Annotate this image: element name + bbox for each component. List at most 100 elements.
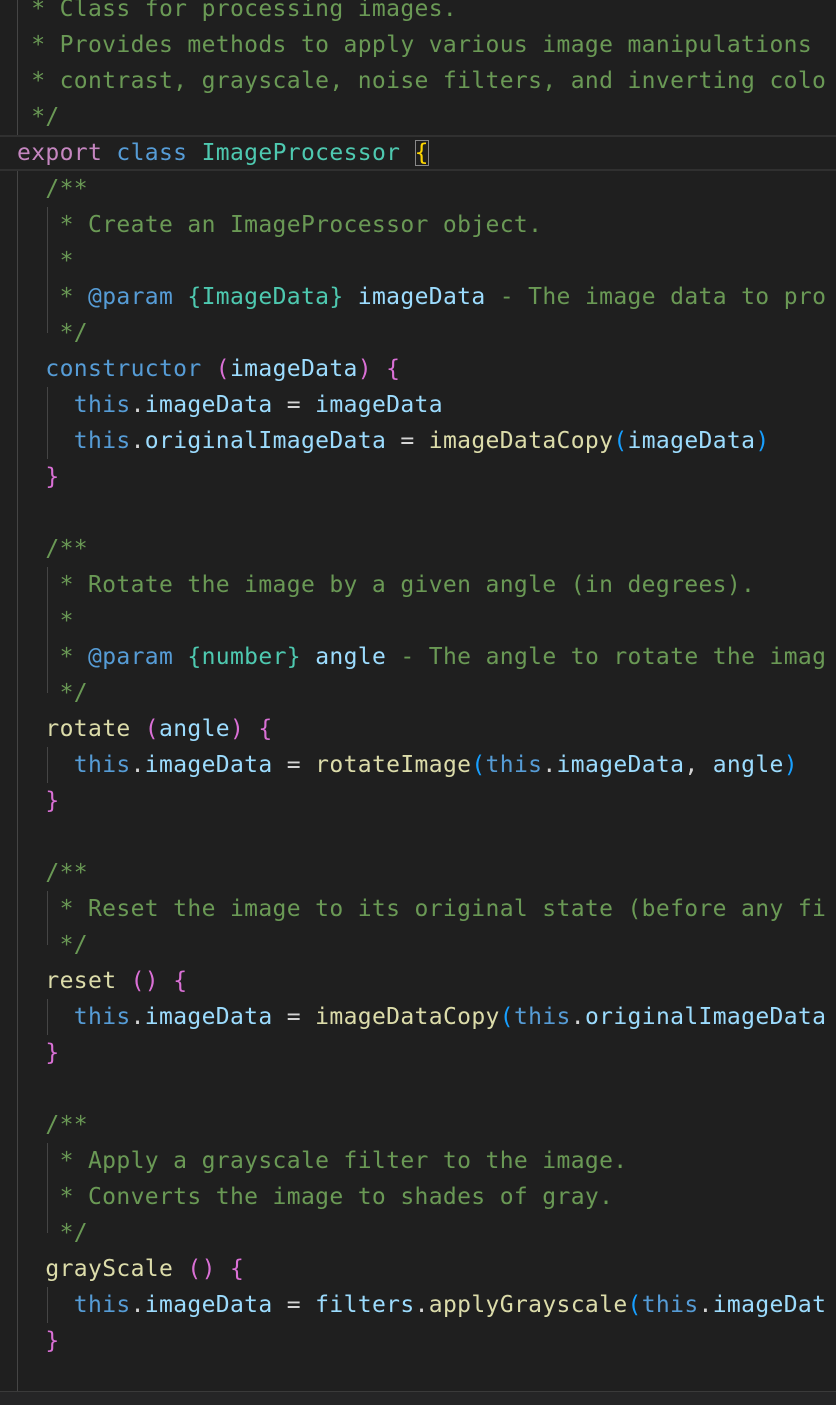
code-token: imageData: [144, 392, 273, 418]
code-token: grayScale: [45, 1256, 174, 1282]
code-line[interactable]: * Reset the image to its original state …: [0, 891, 836, 927]
code-token: * Rotate the image by a given angle (in …: [17, 572, 756, 598]
code-line-text: */: [17, 675, 88, 711]
code-line[interactable]: * Create an ImageProcessor object.: [0, 207, 836, 243]
code-line[interactable]: */: [0, 927, 836, 963]
code-token: .: [130, 428, 145, 454]
code-token: imageDat: [712, 1292, 827, 1318]
code-line[interactable]: * Class for processing images.: [0, 0, 836, 27]
code-line-text: this.imageData = imageDataCopy(this.orig…: [17, 999, 826, 1035]
code-line-text: this.imageData = filters.applyGrayscale(…: [17, 1287, 826, 1323]
code-token: {: [187, 284, 202, 310]
code-line[interactable]: /**: [0, 1107, 836, 1143]
code-line[interactable]: constructor (imageData) {: [0, 351, 836, 387]
code-line[interactable]: this.imageData = filters.applyGrayscale(…: [0, 1287, 836, 1323]
code-token: */: [17, 932, 88, 958]
code-token: .: [130, 1292, 145, 1318]
code-token: this: [73, 1004, 131, 1030]
code-line[interactable]: * @param {ImageData} imageData - The ima…: [0, 279, 836, 315]
code-token: }: [286, 644, 301, 670]
code-line[interactable]: */: [0, 99, 836, 135]
code-editor[interactable]: * Class for processing images. * Provide…: [0, 0, 836, 1405]
indent-guide: [47, 207, 48, 333]
code-token: (: [627, 1292, 642, 1318]
code-line[interactable]: * contrast, grayscale, noise filters, an…: [0, 63, 836, 99]
code-line[interactable]: * Provides methods to apply various imag…: [0, 27, 836, 63]
code-token: applyGrayscale: [428, 1292, 628, 1318]
code-line-text: */: [17, 927, 88, 963]
code-line-text: * Create an ImageProcessor object.: [17, 207, 542, 243]
code-token: imageData: [144, 1004, 273, 1030]
code-line[interactable]: /**: [0, 171, 836, 207]
code-token: rotateImage: [315, 752, 472, 778]
code-line[interactable]: rotate (angle) {: [0, 711, 836, 747]
code-token: imageData: [357, 284, 486, 310]
code-line[interactable]: [0, 1071, 836, 1107]
code-line[interactable]: */: [0, 675, 836, 711]
code-token: }: [45, 788, 60, 814]
code-token: rotate: [45, 716, 131, 742]
code-line[interactable]: */: [0, 315, 836, 351]
code-token: (: [613, 428, 628, 454]
code-token: */: [17, 680, 88, 706]
code-token: * Create an ImageProcessor object.: [17, 212, 543, 238]
code-token: imageDataCopy: [428, 428, 614, 454]
code-token: (): [130, 968, 160, 994]
code-line[interactable]: * Apply a grayscale filter to the image.: [0, 1143, 836, 1179]
code-line-text: /**: [17, 531, 88, 567]
code-line[interactable]: /**: [0, 855, 836, 891]
code-line-text: * @param {ImageData} imageData - The ima…: [17, 279, 826, 315]
code-line[interactable]: this.originalImageData = imageDataCopy(i…: [0, 423, 836, 459]
code-line[interactable]: */: [0, 1215, 836, 1251]
code-token: * Reset the image to its original state …: [17, 896, 827, 922]
code-line-text: /**: [17, 1107, 88, 1143]
code-line[interactable]: [0, 819, 836, 855]
code-token: imageData: [144, 752, 273, 778]
code-token: *: [17, 644, 88, 670]
code-line[interactable]: }: [0, 783, 836, 819]
editor-bottom-edge: [0, 1391, 836, 1405]
code-line[interactable]: this.imageData = imageDataCopy(this.orig…: [0, 999, 836, 1035]
code-line[interactable]: [0, 1359, 836, 1395]
code-token: */: [17, 1220, 88, 1246]
indent-guide: [47, 747, 48, 783]
code-token: ): [755, 428, 770, 454]
code-line[interactable]: export class ImageProcessor {: [0, 135, 836, 171]
code-token: *: [17, 608, 74, 634]
code-line-text: this.imageData = imageData: [17, 387, 443, 423]
code-line[interactable]: *: [0, 243, 836, 279]
code-token: filters: [315, 1292, 415, 1318]
code-line[interactable]: *: [0, 603, 836, 639]
code-line[interactable]: reset () {: [0, 963, 836, 999]
code-line[interactable]: this.imageData = rotateImage(this.imageD…: [0, 747, 836, 783]
code-line-text: *: [17, 243, 74, 279]
indent-guide: [47, 567, 48, 693]
code-line[interactable]: grayScale () {: [0, 1251, 836, 1287]
code-token: (): [187, 1256, 216, 1282]
code-line[interactable]: /**: [0, 531, 836, 567]
code-line[interactable]: * Converts the image to shades of gray.: [0, 1179, 836, 1215]
code-token: this: [73, 392, 131, 418]
code-line-text: grayScale () {: [17, 1251, 244, 1287]
code-line-text: }: [17, 1323, 60, 1359]
code-line[interactable]: }: [0, 459, 836, 495]
code-line[interactable]: }: [0, 1323, 836, 1359]
code-line[interactable]: [0, 495, 836, 531]
code-token: - The angle to rotate the imag: [386, 644, 827, 670]
code-token: =: [272, 752, 316, 778]
code-line[interactable]: }: [0, 1035, 836, 1071]
code-line[interactable]: * @param {number} angle - The angle to r…: [0, 639, 836, 675]
code-token: }: [45, 1328, 60, 1354]
code-token: *: [17, 248, 74, 274]
code-line[interactable]: this.imageData = imageData: [0, 387, 836, 423]
code-line[interactable]: * Rotate the image by a given angle (in …: [0, 567, 836, 603]
